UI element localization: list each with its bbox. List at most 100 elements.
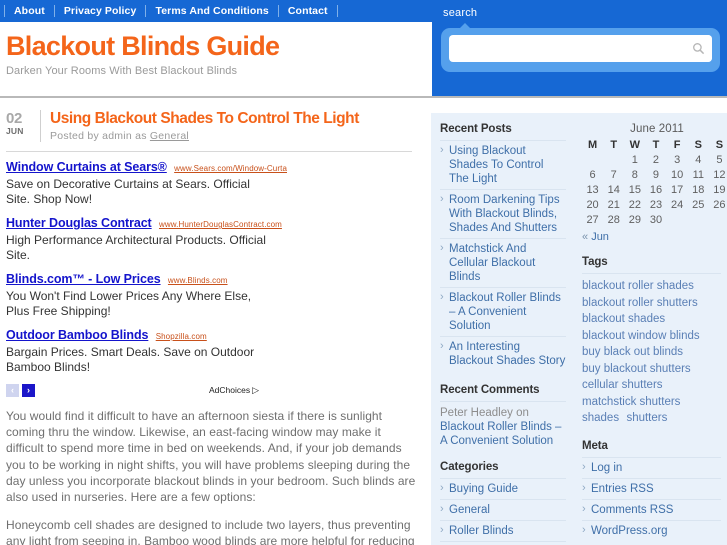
meta-list: Log in Entries RSS Comments RSS WordPres… <box>582 456 721 541</box>
calendar-day: 16 <box>649 183 663 196</box>
ad-block: Window Curtains at Sears® www.Sears.com/… <box>6 160 406 400</box>
calendar-day: 5 <box>716 153 723 166</box>
comment-author: Peter Headley on <box>440 407 529 419</box>
list-item: Styles <box>440 541 566 545</box>
sidebar-column-right: June 2011 M T W T F S S 1 2 3 4 5 6 7 8 … <box>572 123 727 545</box>
search-icon <box>692 43 704 55</box>
list-item: Roller Blinds <box>440 520 566 541</box>
sidebar-link-category[interactable]: General <box>440 502 566 517</box>
post-paragraph: Honeycomb cell shades are designed to in… <box>6 518 415 545</box>
list-item: Room Darkening Tips With Blackout Blinds… <box>440 189 566 238</box>
calendar-day: 14 <box>607 183 620 196</box>
ad-url-link[interactable]: www.Sears.com/Window-Curta <box>174 164 287 173</box>
widget-title: Meta <box>582 439 608 452</box>
calendar-day: 22 <box>628 198 641 211</box>
sidebar-link-category[interactable]: Buying Guide <box>440 481 566 496</box>
widget-title: Recent Posts <box>440 123 512 135</box>
calendar-day: 21 <box>607 198 620 211</box>
ad-footer: ‹ › AdChoices ▷ <box>6 384 406 400</box>
ad-item: Hunter Douglas Contract www.HunterDougla… <box>6 216 406 263</box>
calendar-weekday: S <box>715 139 724 151</box>
calendar-day: 15 <box>628 183 641 196</box>
tag-link[interactable]: buy blackout shutters <box>582 363 691 375</box>
ad-url-link[interactable]: Shopzilla.com <box>156 332 207 341</box>
tag-link[interactable]: matchstick shutters <box>582 396 680 408</box>
calendar-day <box>688 212 709 227</box>
widget-title: Categories <box>440 461 499 473</box>
calendar-day: 20 <box>586 198 599 211</box>
ad-heading-row: Blinds.com™ - Low Prices www.Blinds.com <box>6 272 406 288</box>
post-title[interactable]: Using Blackout Shades To Control The Lig… <box>50 110 359 127</box>
ad-title-link[interactable]: Hunter Douglas Contract <box>6 216 152 230</box>
calendar-day: 8 <box>631 168 638 181</box>
tag-link[interactable]: shutters <box>626 412 667 424</box>
calendar-weekday: W <box>629 139 641 151</box>
ad-prev-button[interactable]: ‹ <box>6 384 19 397</box>
sidebar-link-recent-post[interactable]: Room Darkening Tips With Blackout Blinds… <box>440 192 566 235</box>
comment-post-link[interactable]: Blackout Roller Blinds – A Convenient So… <box>440 421 561 447</box>
list-item: An Interesting Blackout Shades Story <box>440 336 566 371</box>
tag-link[interactable]: blackout window blinds <box>582 330 700 342</box>
adchoices-triangle-icon: ▷ <box>252 384 260 395</box>
post-category-link[interactable]: General <box>150 130 189 142</box>
sidebar-link-recent-post[interactable]: An Interesting Blackout Shades Story <box>440 339 566 368</box>
site-title[interactable]: Blackout Blinds Guide <box>6 31 280 61</box>
search-input[interactable] <box>453 36 685 61</box>
ad-heading-row: Outdoor Bamboo Blinds Shopzilla.com <box>6 328 406 344</box>
ad-description: High Performance Architectural Products.… <box>6 233 266 262</box>
tag-link[interactable]: blackout roller shades <box>582 280 694 292</box>
calendar-weekday: F <box>673 139 681 151</box>
adchoices-link[interactable]: AdChoices ▷ <box>209 385 259 395</box>
sidebar-link-category[interactable]: Roller Blinds <box>440 523 566 538</box>
ad-title-link[interactable]: Window Curtains at Sears® <box>6 160 167 174</box>
sidebar-link-recent-post[interactable]: Blackout Roller Blinds – A Convenient So… <box>440 290 566 333</box>
search-widget <box>441 23 720 72</box>
widget-recent-posts: Recent Posts Using Blackout Shades To Co… <box>440 123 566 371</box>
ad-heading-row: Window Curtains at Sears® www.Sears.com/… <box>6 160 406 176</box>
ad-description: Bargain Prices. Smart Deals. Save on Out… <box>6 345 255 374</box>
search-submit-button[interactable] <box>684 35 712 62</box>
nav-item-privacy-policy[interactable]: Privacy Policy <box>55 0 146 22</box>
sidebar-link-meta[interactable]: Comments RSS <box>582 502 721 517</box>
list-item: Blackout Roller Blinds – A Convenient So… <box>440 287 566 336</box>
categories-list: Buying Guide General Roller Blinds Style… <box>440 478 566 545</box>
ad-url-link[interactable]: www.HunterDouglasContract.com <box>159 220 282 229</box>
widget-categories: Categories Buying Guide General Roller B… <box>440 461 566 545</box>
tag-link[interactable]: buy black out blinds <box>582 346 683 358</box>
sidebar-link-recent-post[interactable]: Matchstick And Cellular Blackout Blinds <box>440 241 566 284</box>
nav-item-about[interactable]: About <box>5 0 54 22</box>
tag-link[interactable]: shades <box>582 412 619 424</box>
sidebar-link-meta[interactable]: Entries RSS <box>582 481 721 496</box>
ad-item: Blinds.com™ - Low Prices www.Blinds.com … <box>6 272 406 319</box>
calendar-day <box>709 212 727 227</box>
sidebar-link-meta[interactable]: WordPress.org <box>582 523 721 538</box>
nav-item-contact[interactable]: Contact <box>279 0 337 22</box>
calendar-day: 25 <box>692 198 705 211</box>
post-body: You would find it difficult to have an a… <box>6 408 418 545</box>
header-divider <box>0 96 727 98</box>
tag-link[interactable]: blackout roller shutters <box>582 297 698 309</box>
calendar-day: 17 <box>671 183 684 196</box>
calendar-week-row: 6 7 8 9 10 11 12 <box>582 167 727 182</box>
calendar-day: 12 <box>713 168 726 181</box>
list-item: General <box>440 499 566 520</box>
calendar-weekday: T <box>652 139 660 151</box>
ad-url-link[interactable]: www.Blinds.com <box>168 276 228 285</box>
post-meta-prefix: Posted by admin as <box>50 130 147 142</box>
sidebar-link-recent-post[interactable]: Using Blackout Shades To Control The Lig… <box>440 143 566 186</box>
tag-link[interactable]: blackout shades <box>582 313 665 325</box>
calendar-day: 19 <box>713 183 726 196</box>
calendar-day: 29 <box>628 213 641 226</box>
sidebar-link-meta[interactable]: Log in <box>582 460 721 475</box>
calendar-weekday: T <box>610 139 618 151</box>
calendar-prev-month-link[interactable]: Jun <box>591 231 609 243</box>
tag-link[interactable]: cellular shutters <box>582 379 663 391</box>
search-label: search <box>443 7 478 19</box>
ad-title-link[interactable]: Outdoor Bamboo Blinds <box>6 328 148 342</box>
calendar-day: 7 <box>610 168 617 181</box>
nav-item-terms-and-conditions[interactable]: Terms And Conditions <box>146 0 277 22</box>
ad-next-button[interactable]: › <box>22 384 35 397</box>
widget-calendar: June 2011 M T W T F S S 1 2 3 4 5 6 7 8 … <box>582 123 727 243</box>
ad-title-link[interactable]: Blinds.com™ - Low Prices <box>6 272 161 286</box>
list-item: Using Blackout Shades To Control The Lig… <box>440 140 566 189</box>
